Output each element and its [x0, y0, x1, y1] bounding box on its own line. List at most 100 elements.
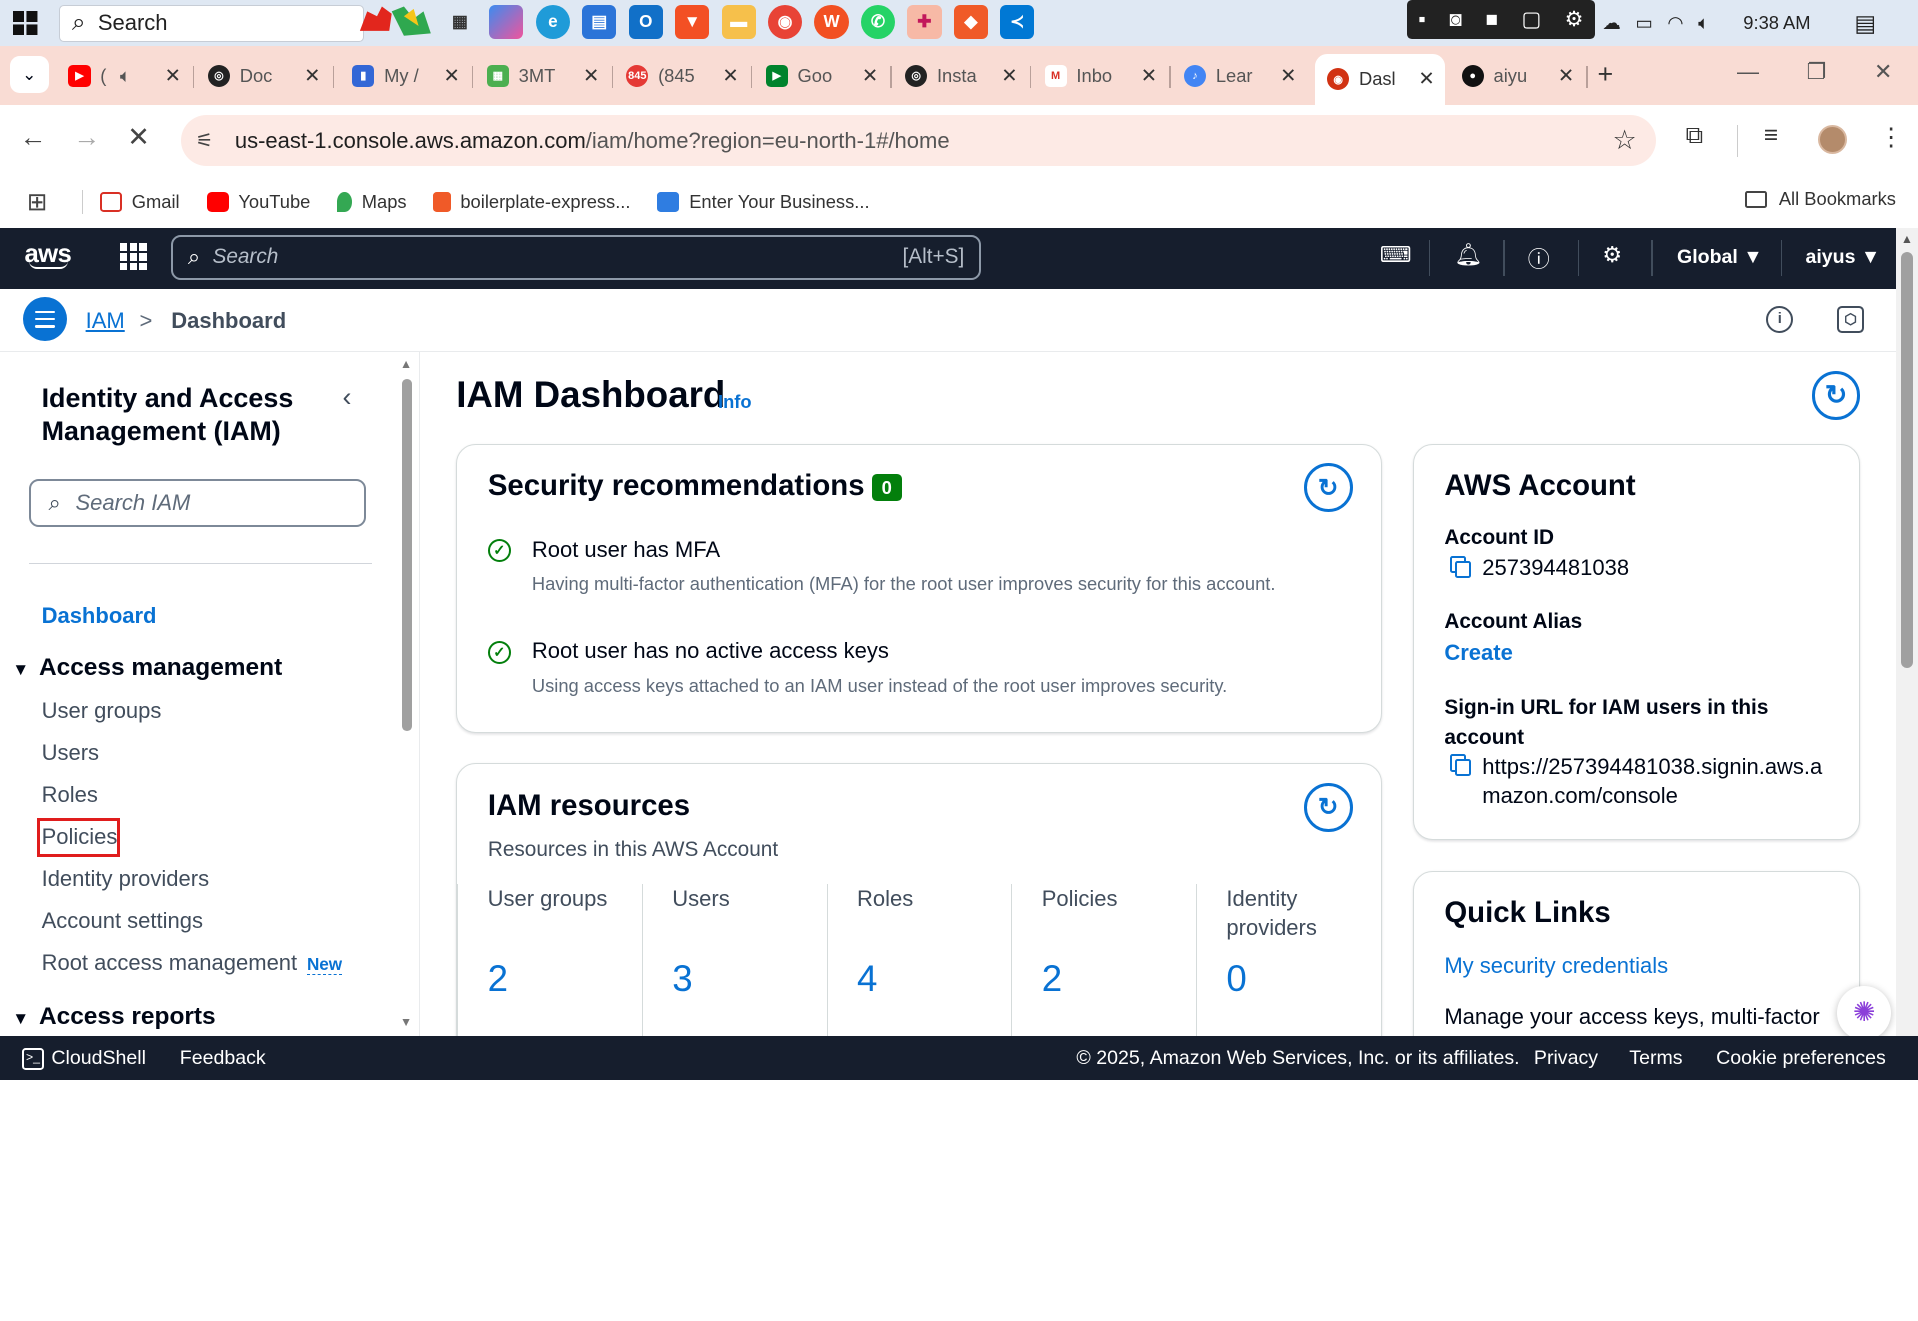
page-scrollbar[interactable]: ▲: [1895, 227, 1918, 1037]
help-icon[interactable]: ⓘ: [1528, 242, 1550, 274]
account-menu[interactable]: aiyus ▼: [1805, 246, 1880, 269]
sidebar-item-account-settings[interactable]: Account settings: [42, 908, 203, 934]
brave-icon[interactable]: ▼: [675, 4, 710, 40]
browser-tab[interactable]: ▶ Goo ✕: [765, 54, 888, 98]
aws-logo[interactable]: aws: [24, 240, 72, 269]
close-icon[interactable]: ✕: [1001, 64, 1017, 88]
taskbar-search-box[interactable]: ⌕ Search: [58, 4, 365, 42]
back-arrow-icon[interactable]: ←: [20, 122, 47, 153]
sidebar-scrollbar[interactable]: ▲ ▼: [399, 357, 416, 1032]
bookmark-youtube[interactable]: YouTube: [206, 191, 310, 213]
bookmark-gmail[interactable]: Gmail: [99, 191, 180, 213]
scrollbar-thumb[interactable]: [402, 379, 413, 732]
outlook-icon[interactable]: O: [628, 4, 663, 40]
bookmark-maps[interactable]: Maps: [337, 191, 407, 213]
capture-menu-icon[interactable]: ▪: [1418, 8, 1425, 32]
feedback-link[interactable]: Feedback: [180, 1047, 266, 1070]
resource-count-link[interactable]: 0: [1226, 958, 1342, 1000]
info-panel-icon[interactable]: i: [1766, 305, 1794, 333]
resource-count-link[interactable]: 3: [672, 958, 826, 1000]
sidebar-item-users[interactable]: Users: [42, 740, 99, 766]
privacy-link[interactable]: Privacy: [1534, 1047, 1598, 1070]
sidebar-item-root-access[interactable]: Root access management New: [42, 950, 343, 976]
refresh-icon[interactable]: ↻: [1303, 782, 1353, 832]
file-explorer-icon[interactable]: ▬: [721, 4, 756, 40]
extensions-puzzle-icon[interactable]: ⧉: [1686, 122, 1703, 150]
scrollbar-thumb[interactable]: [1900, 251, 1914, 668]
sidebar-search-input[interactable]: ⌕ Search IAM: [29, 479, 366, 528]
close-icon[interactable]: ✕: [304, 64, 320, 88]
apps-grid-icon[interactable]: ⊞: [27, 187, 48, 217]
sidebar-item-dashboard[interactable]: Dashboard: [42, 603, 157, 629]
task-view-icon[interactable]: ▦: [443, 5, 477, 39]
copy-icon[interactable]: [1450, 556, 1472, 579]
video-record-icon[interactable]: ■: [1485, 8, 1498, 32]
sidebar-section-access-management[interactable]: ▼ Access management: [12, 654, 282, 682]
windows-start-icon[interactable]: [0, 0, 51, 46]
git-gui-icon[interactable]: ◆: [953, 4, 989, 40]
browser-tab[interactable]: 845 (845 ✕: [626, 54, 748, 98]
camera-icon[interactable]: ◙: [1449, 8, 1462, 32]
window-capture-icon[interactable]: ▢: [1521, 7, 1541, 32]
browser-tab[interactable]: ▮ My / ✕: [352, 54, 469, 98]
sidebar-item-user-groups[interactable]: User groups: [42, 698, 162, 724]
close-icon[interactable]: ✕: [165, 64, 181, 88]
scroll-down-arrow-icon[interactable]: ▼: [400, 1015, 412, 1029]
weather-icon[interactable]: ☁: [1602, 12, 1620, 34]
close-icon[interactable]: ✕: [444, 64, 460, 88]
clock[interactable]: 9:38 AM: [1743, 12, 1810, 34]
cookie-preferences-link[interactable]: Cookie preferences: [1716, 1047, 1886, 1070]
forward-arrow-icon[interactable]: →: [73, 122, 100, 153]
edge-icon[interactable]: e: [535, 4, 570, 40]
services-grid-icon[interactable]: [119, 243, 147, 271]
cloudshell-icon[interactable]: ⌨: [1380, 242, 1412, 268]
close-icon[interactable]: ✕: [583, 64, 599, 88]
site-settings-icon[interactable]: ⚟: [196, 129, 223, 153]
whatsapp-icon[interactable]: ✆: [860, 4, 896, 40]
close-icon[interactable]: ✕: [1418, 67, 1434, 91]
bookmark-boilerplate[interactable]: boilerplate-express...: [433, 191, 631, 213]
stop-loading-icon[interactable]: ✕: [127, 122, 150, 153]
notifications-bell-icon[interactable]: 🔔︎: [1454, 242, 1482, 268]
resource-count-link[interactable]: 4: [857, 958, 1011, 1000]
address-bar[interactable]: ⚟ us-east-1.console.aws.amazon.com/iam/h…: [181, 114, 1657, 167]
browser-tab-active[interactable]: ◉ Dasl ✕: [1314, 53, 1445, 106]
browser-tab[interactable]: ● aiyu ✕: [1461, 54, 1584, 98]
create-alias-link[interactable]: Create: [1444, 640, 1512, 666]
side-nav-toggle-icon[interactable]: [23, 297, 68, 342]
wifi-icon[interactable]: ◠: [1667, 12, 1683, 34]
page-refresh-icon[interactable]: ↻: [1811, 370, 1861, 420]
resource-count-link[interactable]: 2: [488, 958, 642, 1000]
profile-avatar[interactable]: [1817, 124, 1848, 155]
amazon-q-assistant-icon[interactable]: ✺: [1837, 985, 1892, 1040]
store-icon[interactable]: ▤: [582, 4, 617, 40]
close-icon[interactable]: ✕: [862, 64, 878, 88]
browser-tab[interactable]: ◎ Insta ✕: [905, 54, 1027, 98]
settings-gear-icon[interactable]: ⚙: [1602, 242, 1622, 268]
media-controls-icon[interactable]: ≡: [1764, 122, 1778, 150]
sidebar-section-access-reports[interactable]: ▼ Access reports: [12, 1003, 215, 1031]
office-icon[interactable]: W: [814, 4, 849, 40]
more-vertical-icon[interactable]: ⋮: [1879, 122, 1903, 152]
cloudshell-button[interactable]: >_ CloudShell: [22, 1047, 146, 1070]
region-selector[interactable]: Global ▼: [1677, 246, 1763, 269]
gear-icon[interactable]: ⚙: [1565, 7, 1584, 32]
notification-center-icon[interactable]: ▤: [1854, 10, 1876, 37]
hexagon-settings-icon[interactable]: ⬡: [1837, 305, 1865, 333]
minimize-icon[interactable]: —: [1737, 59, 1759, 85]
chrome-icon[interactable]: ◉: [767, 4, 803, 40]
scroll-up-arrow-icon[interactable]: ▲: [1901, 232, 1913, 246]
vscode-icon[interactable]: ≺: [1000, 4, 1035, 40]
close-icon[interactable]: ✕: [722, 64, 738, 88]
aws-search-input[interactable]: ⌕ Search [Alt+S]: [171, 234, 981, 281]
my-security-credentials-link[interactable]: My security credentials: [1444, 953, 1668, 979]
new-tab-plus-icon[interactable]: +: [1597, 59, 1613, 90]
close-icon[interactable]: ✕: [1141, 64, 1157, 88]
battery-icon[interactable]: ▭: [1635, 12, 1652, 34]
close-window-icon[interactable]: ✕: [1874, 59, 1892, 85]
browser-tab[interactable]: ▦ 3MT ✕: [486, 54, 609, 98]
slack-icon[interactable]: ✚: [907, 4, 942, 40]
copy-icon[interactable]: [1450, 754, 1472, 777]
scroll-up-arrow-icon[interactable]: ▲: [400, 357, 412, 371]
bookmark-star-icon[interactable]: ☆: [1613, 125, 1637, 156]
